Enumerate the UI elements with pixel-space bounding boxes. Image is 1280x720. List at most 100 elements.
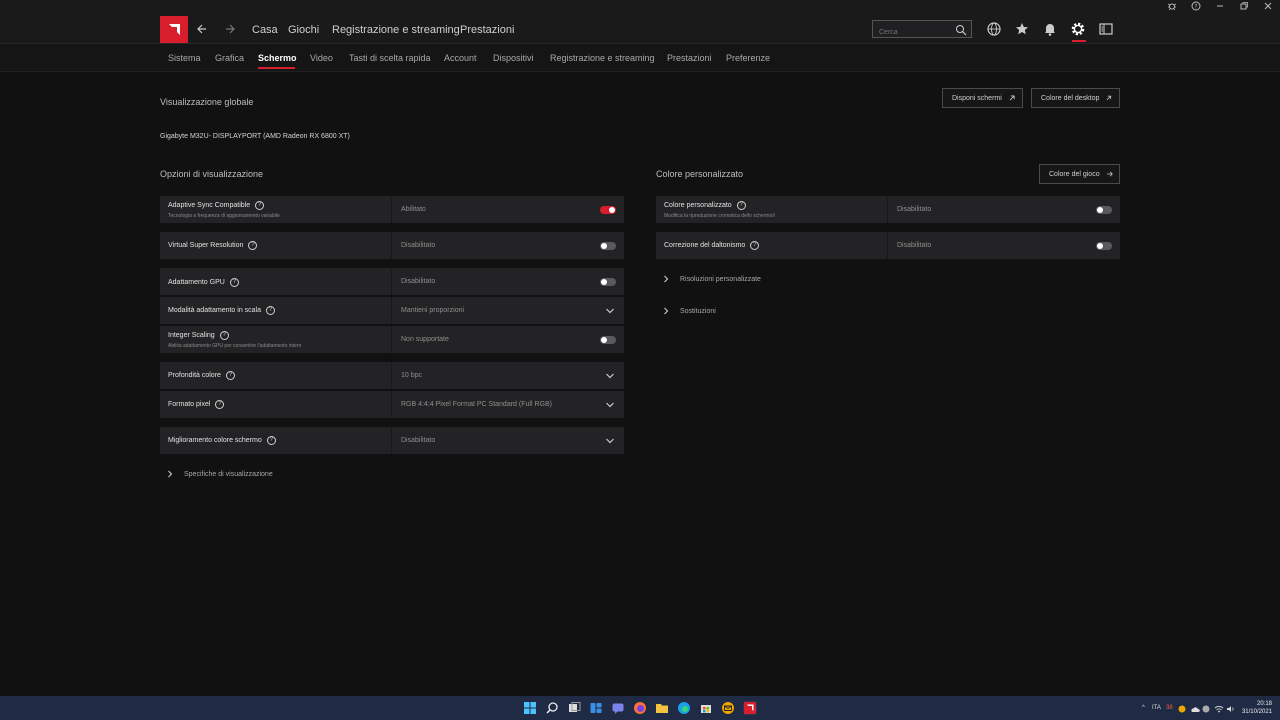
store-icon[interactable]	[699, 701, 713, 715]
game-color-button[interactable]: Colore del gioco	[1039, 164, 1120, 184]
edge-icon[interactable]	[677, 701, 691, 715]
help-icon[interactable]: ?	[255, 201, 265, 210]
bell-icon[interactable]	[1042, 21, 1058, 37]
desktop-color-label: Colore del desktop	[1041, 94, 1100, 102]
help-icon[interactable]: ?	[266, 306, 275, 315]
adaptive-sync-row: Adaptive Sync Compatible? Tecnologia a f…	[160, 196, 624, 223]
globe-icon[interactable]	[986, 21, 1002, 37]
system-clock[interactable]: 20:18 31/10/2021	[1238, 700, 1272, 716]
chevron-down-icon[interactable]	[605, 401, 615, 409]
firefox-icon[interactable]	[633, 701, 647, 715]
title-bar	[0, 0, 1280, 16]
display-specs-expander[interactable]: Specifiche di visualizzazione	[166, 470, 273, 478]
integer-scaling-label: Integer Scaling?	[168, 331, 229, 340]
tab-prestazioni[interactable]: Prestazioni	[667, 53, 712, 63]
help-icon[interactable]: ?	[215, 400, 225, 409]
search-box[interactable]	[872, 20, 972, 41]
monitor-name: Gigabyte M32U- DISPLAYPORT (AMD Radeon R…	[160, 133, 350, 140]
close-icon[interactable]	[1256, 1, 1280, 15]
topnav-casa[interactable]: Casa	[252, 24, 278, 36]
help-icon[interactable]: ?	[219, 331, 229, 340]
custom-resolutions-label: Risoluzioni personalizzate	[680, 275, 761, 283]
chevron-down-icon[interactable]	[605, 372, 615, 380]
external-arrow-icon	[1009, 95, 1015, 101]
overrides-expander[interactable]: Sostituzioni	[662, 307, 716, 315]
widgets-icon[interactable]	[589, 701, 603, 715]
scaling-mode-value[interactable]: Mantieni proporzioni	[401, 307, 464, 314]
search-icon[interactable]	[955, 23, 967, 36]
daltonism-toggle[interactable]	[1096, 242, 1112, 250]
tab-schermo[interactable]: Schermo	[258, 53, 297, 63]
tray-chevron-up-icon[interactable]: ^	[1142, 705, 1145, 711]
arrange-displays-button[interactable]: Disponi schermi	[942, 88, 1023, 108]
pixel-format-row[interactable]: Formato pixel? RGB 4:4:4 Pixel Format PC…	[160, 391, 624, 418]
pixel-format-value[interactable]: RGB 4:4:4 Pixel Format PC Standard (Full…	[401, 401, 552, 408]
tray-temp-badge[interactable]: 38	[1166, 705, 1173, 711]
tray-steam-icon[interactable]	[1202, 705, 1210, 715]
amd-software-taskbar-icon[interactable]	[743, 701, 757, 715]
color-depth-value[interactable]: 10 bpc	[401, 372, 422, 379]
search-input[interactable]	[873, 24, 953, 41]
global-display-title: Visualizzazione globale	[160, 97, 254, 107]
forward-arrow-icon[interactable]	[222, 22, 238, 38]
adaptive-sync-toggle[interactable]	[600, 206, 616, 214]
gear-icon[interactable]	[1070, 21, 1086, 37]
tab-registrazione-streaming[interactable]: Registrazione e streaming	[550, 53, 655, 63]
tab-account[interactable]: Account	[444, 53, 477, 63]
volume-icon[interactable]	[1226, 705, 1236, 715]
tab-tasti-scelta-rapida[interactable]: Tasti di scelta rapida	[349, 53, 431, 63]
color-enhance-row[interactable]: Miglioramento colore schermo? Disabilita…	[160, 427, 624, 454]
daltonism-value: Disabilitato	[897, 242, 932, 249]
help-icon[interactable]: ?	[1184, 1, 1208, 15]
onedrive-icon[interactable]	[1190, 705, 1200, 715]
help-icon[interactable]: ?	[248, 241, 258, 250]
top-nav-bar	[0, 16, 1280, 44]
custom-color-toggle[interactable]	[1096, 206, 1112, 214]
scaling-mode-row[interactable]: Modalità adattamento in scala? Mantieni …	[160, 297, 624, 324]
tab-video[interactable]: Video	[310, 53, 333, 63]
chevron-down-icon[interactable]	[605, 437, 615, 445]
topnav-registrazione-streaming[interactable]: Registrazione e streaming	[332, 24, 460, 36]
help-icon[interactable]: ?	[736, 201, 746, 210]
tab-sistema[interactable]: Sistema	[168, 53, 201, 63]
bug-icon[interactable]	[1160, 1, 1184, 15]
taskbar-search-icon[interactable]	[545, 701, 559, 715]
custom-color-row: Colore personalizzato? Modifica la ripro…	[656, 196, 1120, 223]
help-icon[interactable]: ?	[229, 278, 239, 287]
color-enhance-value[interactable]: Disabilitato	[401, 437, 435, 444]
task-view-icon[interactable]	[567, 701, 581, 715]
wifi-icon[interactable]	[1214, 705, 1224, 715]
help-icon[interactable]: ?	[266, 436, 276, 445]
desktop-color-button[interactable]: Colore del desktop	[1031, 88, 1120, 108]
file-explorer-icon[interactable]	[655, 701, 669, 715]
back-arrow-icon[interactable]	[194, 22, 210, 38]
sidebar-panel-icon[interactable]	[1098, 21, 1114, 37]
tab-grafica[interactable]: Grafica	[215, 53, 244, 63]
topnav-giochi[interactable]: Giochi	[288, 24, 319, 36]
help-icon[interactable]: ?	[750, 241, 760, 250]
amd-logo-icon[interactable]	[160, 16, 188, 43]
custom-resolutions-expander[interactable]: Risoluzioni personalizzate	[662, 275, 761, 283]
chat-icon[interactable]	[611, 701, 625, 715]
gpu-scaling-toggle[interactable]	[600, 278, 616, 286]
tray-app-icon[interactable]	[1178, 705, 1186, 715]
help-icon[interactable]: ?	[225, 371, 235, 380]
tab-preferenze[interactable]: Preferenze	[726, 53, 770, 63]
vsr-toggle[interactable]	[600, 242, 616, 250]
minimize-icon[interactable]	[1208, 1, 1232, 15]
integer-scaling-toggle[interactable]	[600, 336, 616, 344]
start-icon[interactable]	[523, 701, 537, 715]
topnav-prestazioni[interactable]: Prestazioni	[460, 24, 514, 36]
chevron-down-icon[interactable]	[605, 307, 615, 315]
adaptive-sync-value: Abilitato	[401, 206, 426, 213]
tray-language[interactable]: ITA	[1152, 705, 1161, 711]
mail-icon[interactable]	[721, 701, 735, 715]
color-enhance-label: Miglioramento colore schermo?	[168, 436, 276, 445]
restore-icon[interactable]	[1232, 1, 1256, 15]
tab-dispositivi[interactable]: Dispositivi	[493, 53, 534, 63]
vsr-label: Virtual Super Resolution?	[168, 241, 258, 250]
custom-color-value: Disabilitato	[897, 206, 932, 213]
settings-active-indicator	[1072, 40, 1086, 42]
star-icon[interactable]	[1014, 21, 1030, 37]
color-depth-row[interactable]: Profondità colore? 10 bpc	[160, 362, 624, 389]
